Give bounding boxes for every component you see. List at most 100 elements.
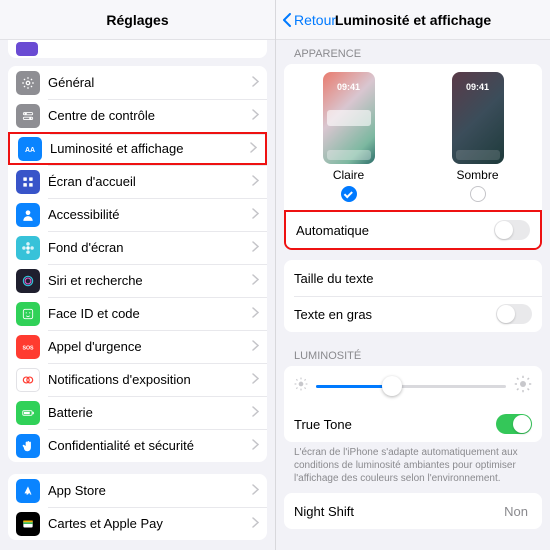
nightshift-row[interactable]: Night Shift Non <box>284 493 542 529</box>
settings-master-pane: Réglages Général Centre de contrôle AA Lumi… <box>0 0 275 550</box>
settings-row-siri[interactable]: Siri et recherche <box>8 264 267 297</box>
person-icon <box>16 203 40 227</box>
chevron-right-icon <box>252 239 259 257</box>
chevron-right-icon <box>252 173 259 191</box>
bold-text-row[interactable]: Texte en gras <box>284 296 542 332</box>
text-size-label: Taille du texte <box>294 271 532 286</box>
theme-radio-dark[interactable] <box>470 186 486 202</box>
exposure-icon <box>16 368 40 392</box>
gear-icon <box>16 71 40 95</box>
settings-row-label: Général <box>48 75 252 90</box>
sos-icon: SOS <box>16 335 40 359</box>
thumb-time: 09:41 <box>452 82 504 92</box>
settings-row-appstore[interactable]: App Store <box>8 474 267 507</box>
settings-row-label: Écran d'accueil <box>48 174 252 189</box>
nightshift-label: Night Shift <box>294 504 504 519</box>
chevron-left-icon <box>282 13 292 27</box>
settings-row-hand[interactable]: Confidentialité et sécurité <box>8 429 267 462</box>
chevron-right-icon <box>250 140 257 158</box>
face-icon <box>16 302 40 326</box>
automatic-row-highlight: Automatique <box>284 210 542 250</box>
appearance-section-label: Apparence <box>276 40 550 64</box>
text-size-row[interactable]: Taille du texte <box>284 260 542 296</box>
true-tone-label: True Tone <box>294 417 496 432</box>
wallet-icon <box>16 512 40 536</box>
chevron-right-icon <box>252 206 259 224</box>
settings-group-main: Général Centre de contrôle AA Luminosité et… <box>8 66 267 462</box>
thumb-time: 09:41 <box>323 82 375 92</box>
settings-row-sos[interactable]: SOS Appel d'urgence <box>8 330 267 363</box>
settings-row-switches[interactable]: Centre de contrôle <box>8 99 267 132</box>
chevron-right-icon <box>252 371 259 389</box>
bold-text-label: Texte en gras <box>294 307 496 322</box>
automatic-label: Automatique <box>296 223 494 238</box>
bold-text-toggle[interactable] <box>496 304 532 324</box>
detail-title: Luminosité et affichage <box>335 12 491 28</box>
hand-icon <box>16 434 40 458</box>
appearance-picker: 09:41 Claire 09:41 Sombre <box>284 64 542 210</box>
settings-row-label: Siri et recherche <box>48 273 252 288</box>
nightshift-value: Non <box>504 504 528 519</box>
chevron-right-icon <box>252 404 259 422</box>
automatic-row[interactable]: Automatique <box>286 212 540 248</box>
theme-label-dark: Sombre <box>456 168 498 182</box>
automatic-toggle[interactable] <box>494 220 530 240</box>
settings-row-flower[interactable]: Fond d'écran <box>8 231 267 264</box>
battery-icon <box>16 401 40 425</box>
settings-row-label: Cartes et Apple Pay <box>48 516 252 531</box>
settings-row-wallet[interactable]: Cartes et Apple Pay <box>8 507 267 540</box>
settings-header: Réglages <box>0 0 275 40</box>
brightness-section-label: Luminosité <box>276 342 550 366</box>
chevron-right-icon <box>252 515 259 533</box>
brightness-slider[interactable] <box>316 376 506 396</box>
detail-header: Retour Luminosité et affichage <box>276 0 550 40</box>
settings-row-label: Face ID et code <box>48 306 252 321</box>
text-aa-icon: AA <box>18 137 42 161</box>
theme-option-dark[interactable]: 09:41 Sombre <box>452 72 504 202</box>
settings-row-exposure[interactable]: Notifications d'exposition <box>8 363 267 396</box>
true-tone-toggle[interactable] <box>496 414 532 434</box>
theme-option-light[interactable]: 09:41 Claire <box>323 72 375 202</box>
chevron-right-icon <box>252 272 259 290</box>
chevron-right-icon <box>252 305 259 323</box>
settings-row-grid[interactable]: Écran d'accueil <box>8 165 267 198</box>
theme-radio-light[interactable] <box>341 186 357 202</box>
settings-row-label: Luminosité et affichage <box>50 141 250 156</box>
nightshift-group: Night Shift Non <box>276 493 550 529</box>
text-group: Taille du texte Texte en gras <box>276 260 550 332</box>
settings-title: Réglages <box>106 12 168 28</box>
chevron-right-icon <box>252 482 259 500</box>
settings-row-label: Notifications d'exposition <box>48 372 252 387</box>
theme-label-light: Claire <box>333 168 364 182</box>
truncated-prev-row[interactable] <box>8 40 267 58</box>
settings-row-gear[interactable]: Général <box>8 66 267 99</box>
settings-row-label: Centre de contrôle <box>48 108 252 123</box>
chevron-right-icon <box>252 107 259 125</box>
settings-row-text-aa[interactable]: AA Luminosité et affichage <box>8 132 267 165</box>
settings-row-label: Appel d'urgence <box>48 339 252 354</box>
chevron-right-icon <box>252 437 259 455</box>
switches-icon <box>16 104 40 128</box>
true-tone-note: L'écran de l'iPhone s'adapte automatique… <box>276 442 550 493</box>
theme-thumb-light: 09:41 <box>323 72 375 164</box>
chevron-right-icon <box>252 338 259 356</box>
flower-icon <box>16 236 40 260</box>
grid-icon <box>16 170 40 194</box>
siri-icon <box>16 269 40 293</box>
settings-row-battery[interactable]: Batterie <box>8 396 267 429</box>
settings-group-store: App Store Cartes et Apple Pay <box>8 474 267 540</box>
settings-row-face[interactable]: Face ID et code <box>8 297 267 330</box>
chevron-right-icon <box>252 74 259 92</box>
svg-text:SOS: SOS <box>22 345 34 351</box>
true-tone-row[interactable]: True Tone <box>284 406 542 442</box>
sun-small-icon <box>294 377 308 396</box>
settings-row-label: Confidentialité et sécurité <box>48 438 252 453</box>
back-button[interactable]: Retour <box>282 12 336 28</box>
display-detail-pane: Retour Luminosité et affichage Apparence… <box>275 0 550 550</box>
sun-large-icon <box>514 375 532 398</box>
theme-thumb-dark: 09:41 <box>452 72 504 164</box>
settings-row-person[interactable]: Accessibilité <box>8 198 267 231</box>
svg-text:AA: AA <box>25 146 35 153</box>
brightness-slider-row <box>284 366 542 406</box>
settings-row-label: Batterie <box>48 405 252 420</box>
